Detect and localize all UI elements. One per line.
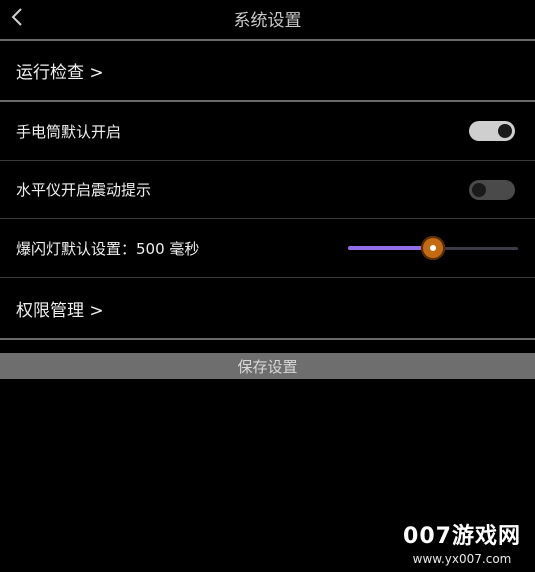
permissions-row[interactable]: 权限管理 >: [0, 278, 535, 338]
strobe-row: 爆闪灯默认设置：500 毫秒: [0, 219, 535, 277]
top-bar: 系统设置: [0, 0, 535, 40]
save-settings-label: 保存设置: [237, 357, 298, 376]
slider-thumb[interactable]: [421, 236, 445, 260]
watermark: 007游戏网 www.yx007.com: [397, 518, 527, 566]
level-vibration-row: 水平仪开启震动提示: [0, 161, 535, 218]
page-title: 系统设置: [233, 11, 302, 31]
strobe-label: 爆闪灯默认设置：500 毫秒: [16, 239, 200, 258]
save-settings-button[interactable]: 保存设置: [0, 353, 535, 379]
level-vibration-toggle[interactable]: [469, 179, 515, 200]
flashlight-label: 手电筒默认开启: [16, 122, 122, 141]
toggle-knob: [498, 124, 512, 138]
strobe-slider[interactable]: [348, 233, 518, 263]
flashlight-row: 手电筒默认开启: [0, 102, 535, 160]
watermark-url: www.yx007.com: [412, 552, 512, 566]
divider: [0, 338, 535, 340]
flashlight-toggle[interactable]: [469, 121, 515, 141]
run-check-label: 运行检查 >: [16, 63, 104, 83]
permissions-label: 权限管理 >: [16, 300, 104, 321]
toggle-knob: [472, 182, 486, 197]
level-vibration-label: 水平仪开启震动提示: [16, 181, 152, 199]
run-check-row[interactable]: 运行检查 >: [0, 41, 535, 100]
watermark-brand: 007游戏网: [403, 524, 521, 549]
